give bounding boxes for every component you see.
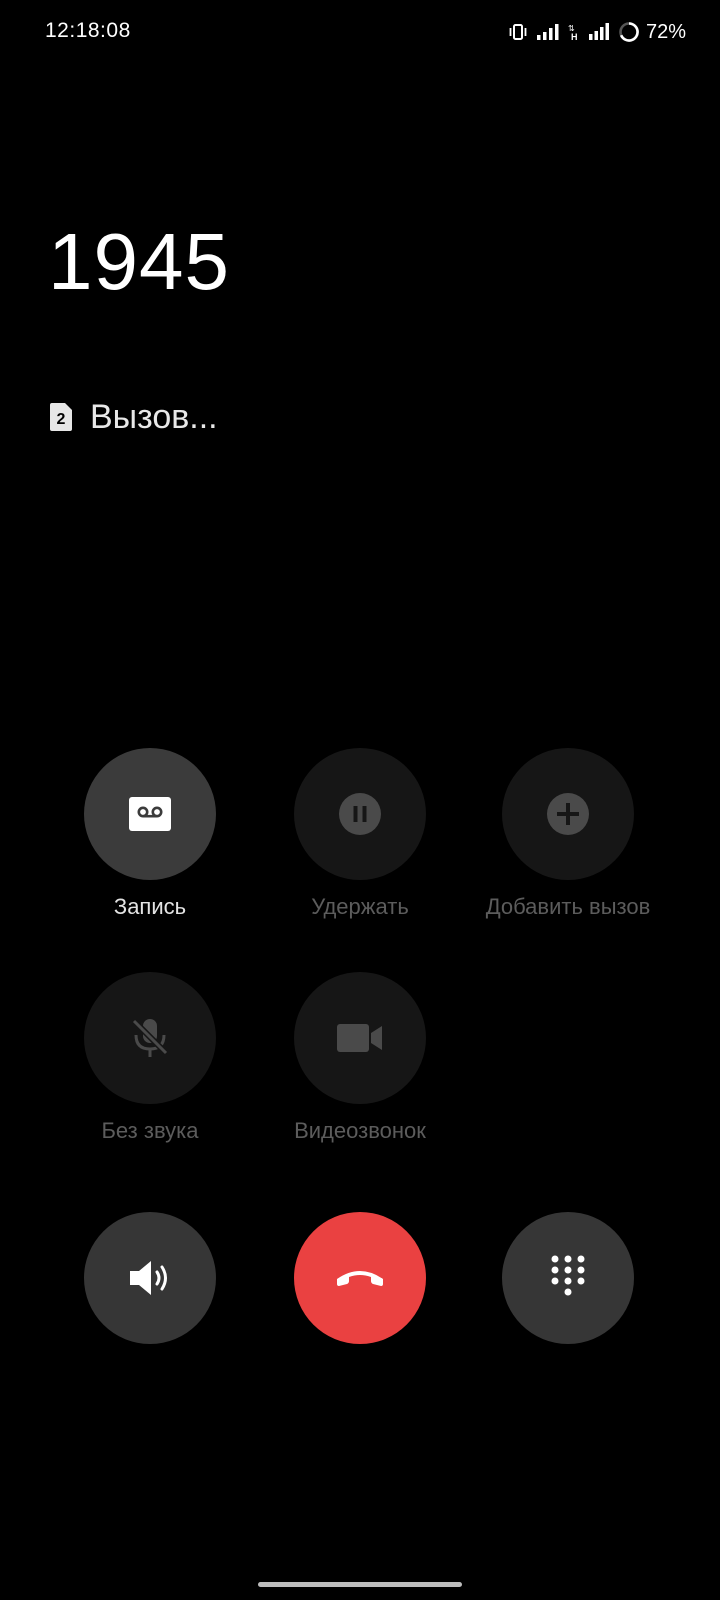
svg-text:H: H: [571, 32, 578, 42]
battery-icon: [619, 22, 639, 42]
sim-card-icon: 2: [50, 403, 72, 431]
keypad-button[interactable]: [438, 1212, 698, 1344]
home-indicator[interactable]: [258, 1582, 462, 1587]
speaker-button-circle[interactable]: [84, 1212, 216, 1344]
caller-number: 1945: [48, 217, 230, 306]
mute-button-circle[interactable]: [84, 972, 216, 1104]
add-call-button[interactable]: Добавить вызов: [438, 748, 698, 920]
plus-icon: [547, 793, 589, 835]
cassette-icon: [129, 797, 171, 831]
video-call-button[interactable]: Видеозвонок: [230, 972, 490, 1144]
pause-icon: [339, 793, 381, 835]
call-status-row: 2 Вызов...: [48, 400, 218, 434]
sim-slot-number: 2: [57, 411, 66, 428]
status-bar: 12:18:08 ⇅ H 72%: [0, 0, 720, 64]
status-icons: ⇅ H 72%: [508, 18, 686, 46]
speaker-icon: [130, 1261, 167, 1295]
end-call-button-circle[interactable]: [294, 1212, 426, 1344]
hold-button-circle[interactable]: [294, 748, 426, 880]
mic-off-icon: [131, 1018, 169, 1057]
video-call-button-circle[interactable]: [294, 972, 426, 1104]
signal-1-icon: [536, 24, 559, 40]
phone-hangup-icon: [337, 1271, 383, 1286]
dialpad-icon: [551, 1255, 585, 1296]
keypad-button-circle[interactable]: [502, 1212, 634, 1344]
call-status: Вызов...: [90, 398, 218, 436]
signal-2-icon: [588, 23, 609, 40]
record-button-circle[interactable]: [84, 748, 216, 880]
add-call-button-circle[interactable]: [502, 748, 634, 880]
add-call-label: Добавить вызов: [485, 894, 651, 919]
video-camera-icon: [337, 1024, 382, 1052]
status-time: 12:18:08: [45, 19, 131, 42]
vibrate-icon: [509, 24, 527, 40]
hplus-data-icon: ⇅ H: [568, 24, 578, 42]
battery-percent: 72%: [645, 20, 686, 43]
video-call-label: Видеозвонок: [294, 1118, 426, 1143]
